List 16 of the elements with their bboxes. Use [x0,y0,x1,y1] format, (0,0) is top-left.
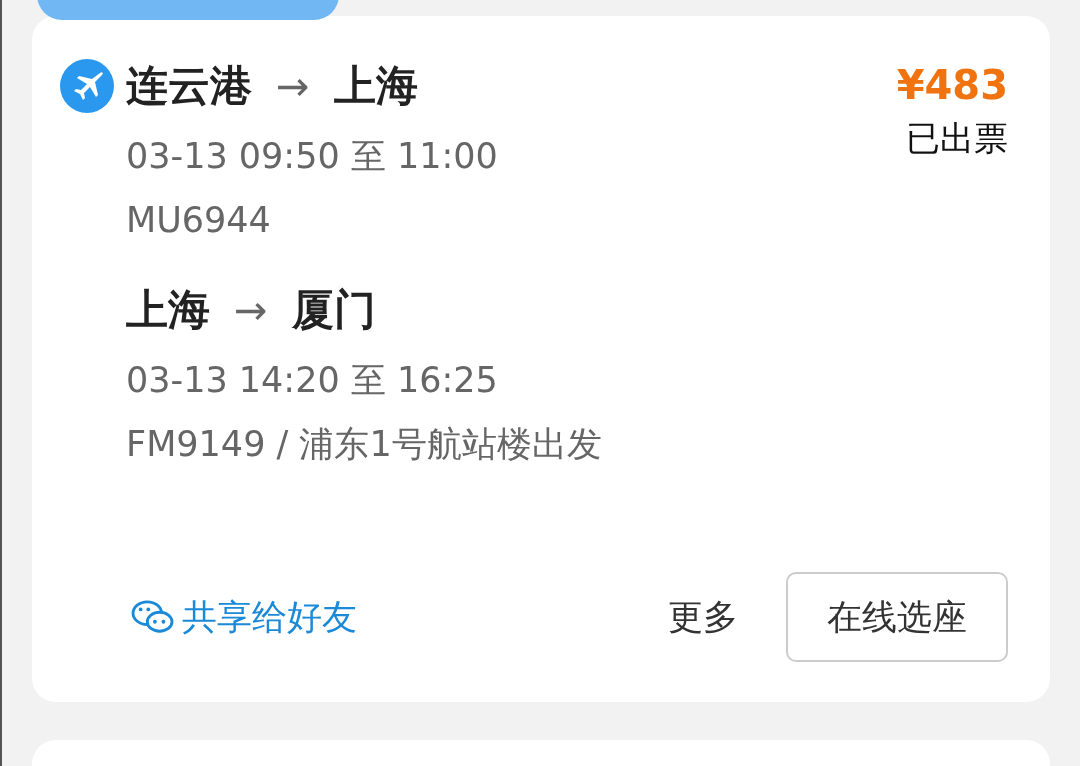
city-name: 连云港 [126,60,252,112]
share-link[interactable]: 共享给好友 [130,593,357,641]
flight-number: MU6944 [126,199,272,242]
flight-time: 03-13 09:50 至 11:00 [126,135,499,178]
city-name: 上海 [126,284,210,336]
route-arrow: → [276,63,310,109]
price: ¥483 [896,62,1008,108]
select-seat-button[interactable]: 在线选座 [786,572,1008,662]
ticket-status: 已出票 [906,117,1008,160]
city-name: 上海 [333,60,418,112]
city-name: 厦门 [291,284,376,336]
more-link[interactable]: 更多 [668,593,738,641]
flight-number: FM9149 / 浦东1号航站楼出发 [126,423,602,466]
chat-icon [130,598,176,636]
flight-time: 03-13 14:20 至 16:25 [126,359,499,402]
route-arrow: → [234,287,268,333]
